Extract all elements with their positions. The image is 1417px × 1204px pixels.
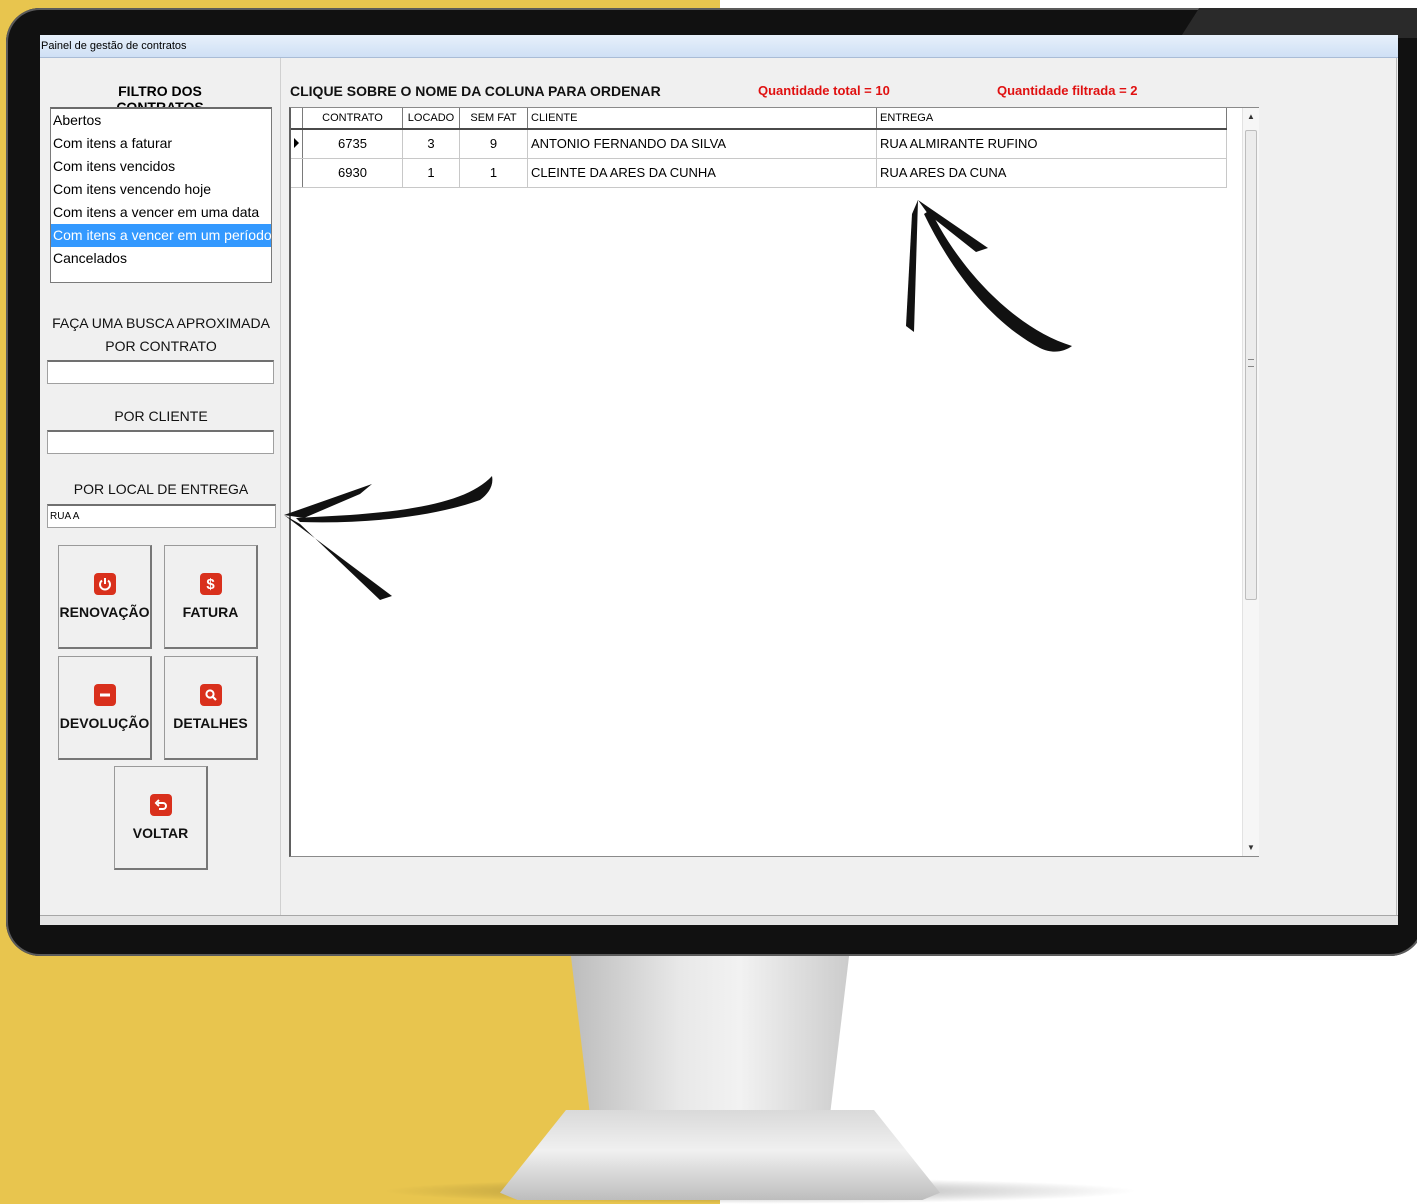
arrow-to-delivery-icon: [284, 476, 493, 600]
annotation-arrows: [284, 200, 1072, 600]
arrow-to-grid-icon: [906, 200, 1072, 352]
